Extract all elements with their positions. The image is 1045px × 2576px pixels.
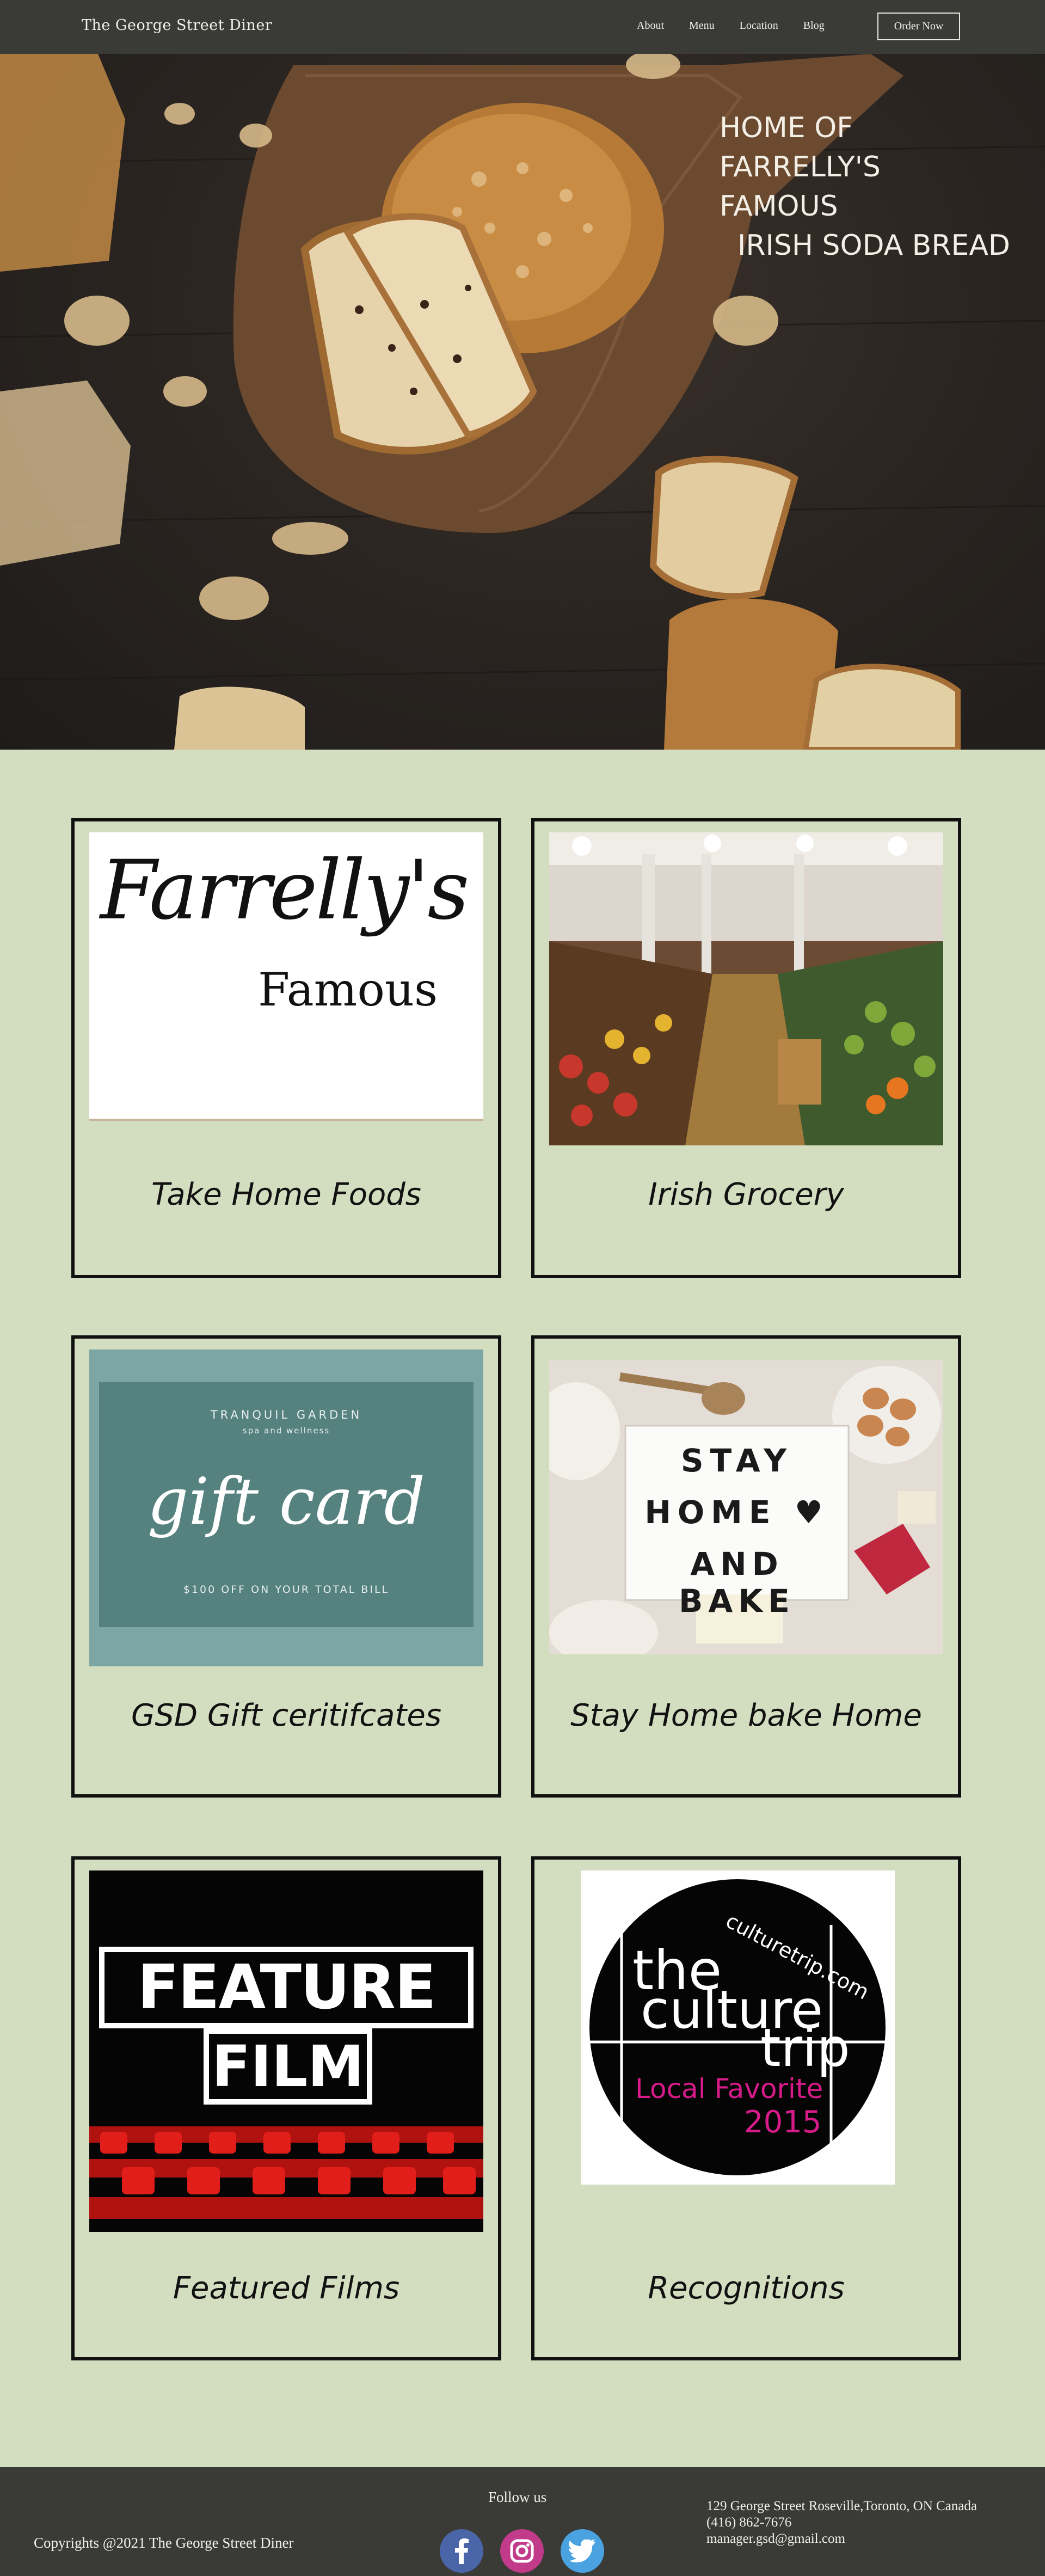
card-label: GSD Gift ceritifcates — [131, 1698, 442, 1733]
letterboard-line-3: AND BAKE — [679, 1545, 795, 1620]
nav-location[interactable]: Location — [740, 20, 778, 32]
letterboard-line-2: HOME ♥ — [644, 1494, 829, 1531]
email-link[interactable]: manager.gsd@gmail.com — [706, 2531, 977, 2547]
culture-trip-badge-image: culturetrip.com the culture trip Local F… — [581, 1870, 895, 2185]
hero-title-line: FAMOUS — [720, 190, 838, 223]
twitter-icon[interactable] — [561, 2529, 604, 2573]
farrellys-famous-logo-image: Farrelly's Famous — [89, 832, 483, 1121]
nav-about[interactable]: About — [637, 20, 664, 32]
facebook-icon[interactable] — [440, 2529, 483, 2573]
card-label: Irish Grocery — [648, 1177, 844, 1212]
feature-film-image: FEATURE FILM — [89, 1870, 483, 2232]
grocery-aisle-illustration — [549, 832, 943, 1145]
card-label: Stay Home bake Home — [570, 1698, 922, 1733]
hero-banner: HOME OF FARRELLY'S FAMOUS IRISH SODA BRE… — [0, 54, 1045, 750]
nav-blog[interactable]: Blog — [803, 20, 825, 32]
follow-us-label: Follow us — [488, 2489, 547, 2505]
gift-card-brand: TRANQUIL GARDEN — [210, 1408, 362, 1421]
gift-card-heading: gift card — [147, 1464, 426, 1539]
hero-title-line: IRISH SODA BREAD — [720, 229, 1010, 262]
order-now-button[interactable]: Order Now — [877, 13, 960, 40]
badge-year: 2015 — [744, 2105, 822, 2140]
phone-text[interactable]: (416) 862-7676 — [706, 2514, 977, 2531]
nav-menu[interactable]: Menu — [689, 20, 715, 32]
site-header: The George Street Diner About Menu Locat… — [0, 0, 1045, 54]
card-featured-films[interactable]: FEATURE FILM Featured Films — [71, 1856, 501, 2360]
address-text: 129 George Street Roseville,Toronto, ON … — [706, 2499, 977, 2513]
hero-title-line: HOME OF — [720, 112, 853, 144]
card-irish-grocery[interactable]: Irish Grocery — [531, 818, 961, 1278]
contact-info: 129 George Street Roseville,Toronto, ON … — [706, 2498, 977, 2547]
logo-script-text: Farrelly's — [100, 843, 469, 938]
site-footer: Copyrights @2021 The George Street Diner… — [0, 2467, 1045, 2576]
card-label: Take Home Foods — [151, 1177, 421, 1212]
card-take-home-foods[interactable]: Farrelly's Famous Take Home Foods — [71, 818, 501, 1278]
hero-title: HOME OF FARRELLY'S FAMOUS IRISH SODA BRE… — [720, 108, 1010, 265]
instagram-icon[interactable] — [500, 2529, 544, 2573]
card-gift-certificates[interactable]: TRANQUIL GARDEN spa and wellness gift ca… — [71, 1335, 501, 1798]
card-stay-home-bake[interactable]: STAY HOME ♥ AND BAKE Stay Home bake Home — [531, 1335, 961, 1798]
badge-word-trip: trip — [760, 2017, 850, 2078]
logo-famous-text: Famous — [258, 963, 438, 1016]
main-nav: About Menu Location Blog — [637, 20, 850, 32]
gift-card-image: TRANQUIL GARDEN spa and wellness gift ca… — [89, 1350, 483, 1666]
gift-card-offer: $100 OFF ON YOUR TOTAL BILL — [183, 1584, 390, 1596]
card-label: Featured Films — [173, 2271, 400, 2306]
badge-local-favorite: Local Favorite — [635, 2073, 823, 2105]
letterboard-line-1: STAY — [680, 1442, 794, 1479]
stay-home-bake-image: STAY HOME ♥ AND BAKE — [549, 1360, 943, 1654]
poster-title-line-1: FEATURE — [137, 1952, 436, 2023]
site-brand[interactable]: The George Street Diner — [82, 17, 272, 34]
copyright-text: Copyrights @2021 The George Street Diner — [34, 2535, 294, 2551]
grocery-store-image — [549, 832, 943, 1145]
gift-card-subtitle: spa and wellness — [242, 1426, 330, 1436]
card-label: Recognitions — [648, 2271, 845, 2306]
poster-title-line-2: FILM — [212, 2033, 364, 2100]
hero-title-line: FARRELLY'S — [720, 151, 881, 183]
card-recognitions[interactable]: culturetrip.com the culture trip Local F… — [531, 1856, 961, 2360]
